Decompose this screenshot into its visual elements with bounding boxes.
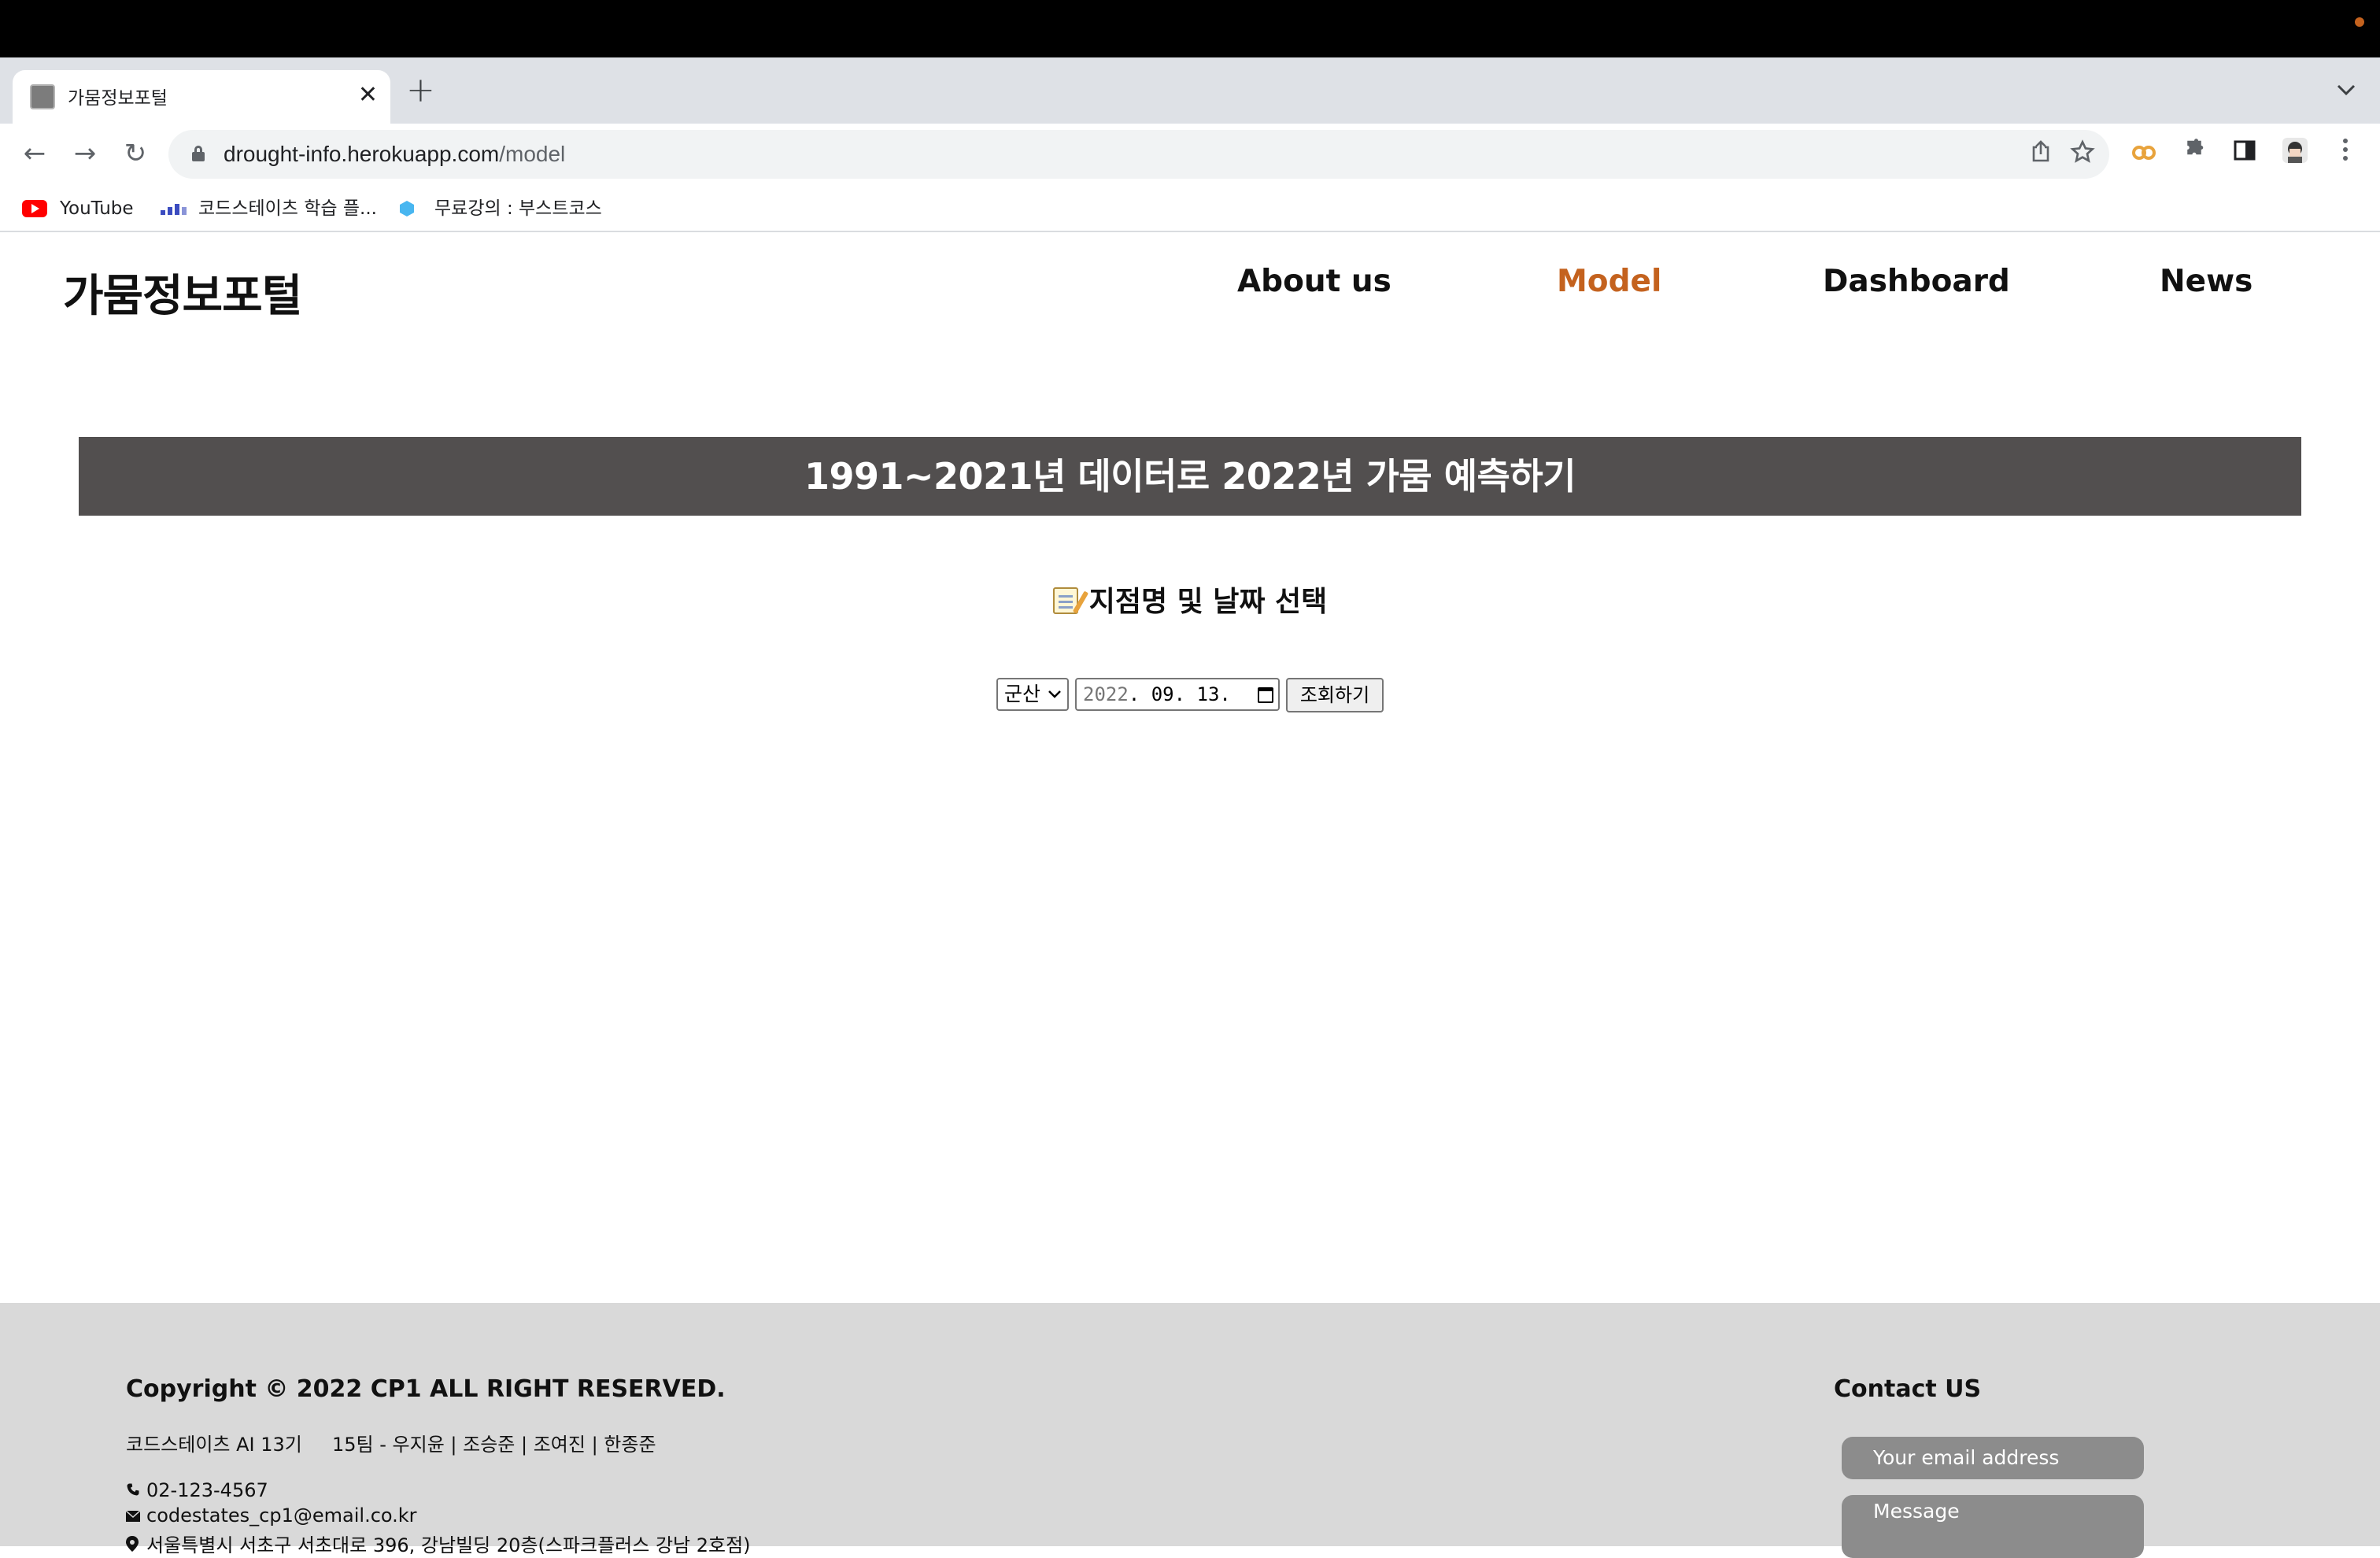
favicon-icon [30, 84, 55, 109]
bookmark-label: 무료강의 : 부스트코스 [434, 198, 602, 219]
forward-button[interactable]: → [68, 136, 102, 171]
tab-search-icon[interactable] [2336, 78, 2356, 102]
back-button[interactable]: ← [17, 136, 52, 171]
chevron-down-icon [1047, 679, 1062, 720]
address-bar[interactable]: drought-info.herokuapp.com/model [168, 130, 2109, 179]
new-tab-button[interactable]: + [406, 73, 435, 108]
browser-chrome: 가뭄정보포털 ✕ + ← → ↻ drought-info.herokuapp.… [0, 57, 2380, 232]
url-path: /model [499, 142, 566, 166]
nav-dashboard[interactable]: Dashboard [1823, 264, 2010, 299]
section-title-text: 지점명 및 날짜 선택 [1088, 586, 1328, 618]
nav-model[interactable]: Model [1557, 264, 1661, 299]
phone-line: 02-123-4567 [126, 1479, 268, 1501]
page-banner: 1991~2021년 데이터로 2022년 가뭄 예측하기 [79, 437, 2301, 516]
os-menu-bar [0, 0, 2380, 57]
site-logo[interactable]: 가뭄정보포털 [63, 261, 302, 324]
email-text: codestates_cp1@email.co.kr [146, 1504, 417, 1527]
reload-button[interactable]: ↻ [118, 136, 153, 171]
codestates-icon [161, 202, 187, 215]
extension-link-icon[interactable] [2128, 138, 2160, 169]
boostcourse-icon [400, 201, 414, 216]
bookmark-boostcourse[interactable]: 무료강의 : 부스트코스 [400, 194, 612, 223]
url-host: drought-info.herokuapp.com [224, 142, 500, 166]
address-line: 서울특별시 서초구 서초대로 396, 강남빌딩 20층(스파크플러스 강남 2… [126, 1530, 751, 1557]
youtube-icon [22, 200, 47, 217]
browser-toolbar: ← → ↻ drought-info.herokuapp.com/model [0, 124, 2380, 187]
profile-avatar-icon[interactable] [2279, 138, 2311, 169]
address-text: 서울특별시 서초구 서초대로 396, 강남빌딩 20층(스파크플러스 강남 2… [146, 1534, 751, 1556]
contact-message-input[interactable]: Message [1842, 1495, 2144, 1558]
memo-icon [1052, 587, 1078, 614]
date-year: 2022 [1083, 683, 1129, 705]
page-content: 가뭄정보포털 About us Model Dashboard News 199… [0, 232, 2380, 1558]
email-line: codestates_cp1@email.co.kr [125, 1504, 417, 1527]
nav-news[interactable]: News [2160, 264, 2252, 299]
bookmark-youtube[interactable]: YouTube [22, 194, 148, 223]
tab-close-icon[interactable]: ✕ [358, 80, 378, 111]
envelope-icon [125, 1507, 146, 1526]
site-footer: Copyright © 2022 CP1 ALL RIGHT RESERVED.… [0, 1303, 2380, 1558]
url-text[interactable]: drought-info.herokuapp.com/model [224, 139, 565, 169]
browser-tab[interactable]: 가뭄정보포털 ✕ [13, 70, 390, 124]
tab-title: 가뭄정보포털 [68, 88, 168, 109]
date-rest: . 09. 13. [1128, 683, 1231, 705]
section-title: 지점명 및 날짜 선택 [0, 579, 2380, 620]
chrome-menu-icon[interactable] [2330, 138, 2361, 169]
location-select[interactable]: 군산 [996, 678, 1069, 711]
copyright-text: Copyright © 2022 CP1 ALL RIGHT RESERVED. [126, 1375, 726, 1403]
bookmark-star-icon[interactable] [2070, 139, 2095, 172]
calendar-icon[interactable] [1258, 687, 1273, 703]
tab-strip: 가뭄정보포털 ✕ + [0, 57, 2380, 124]
side-panel-icon[interactable] [2229, 138, 2260, 169]
contact-title: Contact US [1834, 1375, 1982, 1403]
date-input[interactable]: 2022. 09. 13. [1075, 678, 1280, 711]
bookmark-codestates[interactable]: 코드스테이츠 학습 플... [161, 194, 389, 223]
lock-icon[interactable] [192, 146, 205, 161]
location-select-value: 군산 [1004, 683, 1041, 705]
team-info: 코드스테이츠 AI 13기 15팀 - 우지윤 | 조승준 | 조여진 | 한종… [126, 1434, 656, 1456]
extensions-puzzle-icon[interactable] [2179, 138, 2210, 169]
bookmarks-bar: YouTube 코드스테이츠 학습 플... 무료강의 : 부스트코스 [0, 187, 2380, 231]
query-button[interactable]: 조회하기 [1286, 678, 1384, 712]
nav-about-us[interactable]: About us [1237, 264, 1391, 299]
contact-email-input[interactable]: Your email address [1842, 1437, 2144, 1479]
phone-icon [126, 1482, 146, 1501]
share-icon[interactable] [2031, 139, 2051, 171]
phone-text: 02-123-4567 [146, 1479, 268, 1501]
recording-indicator-icon [2355, 17, 2364, 27]
bookmark-label: 코드스테이츠 학습 플... [198, 198, 377, 219]
bookmark-label: YouTube [60, 198, 134, 219]
